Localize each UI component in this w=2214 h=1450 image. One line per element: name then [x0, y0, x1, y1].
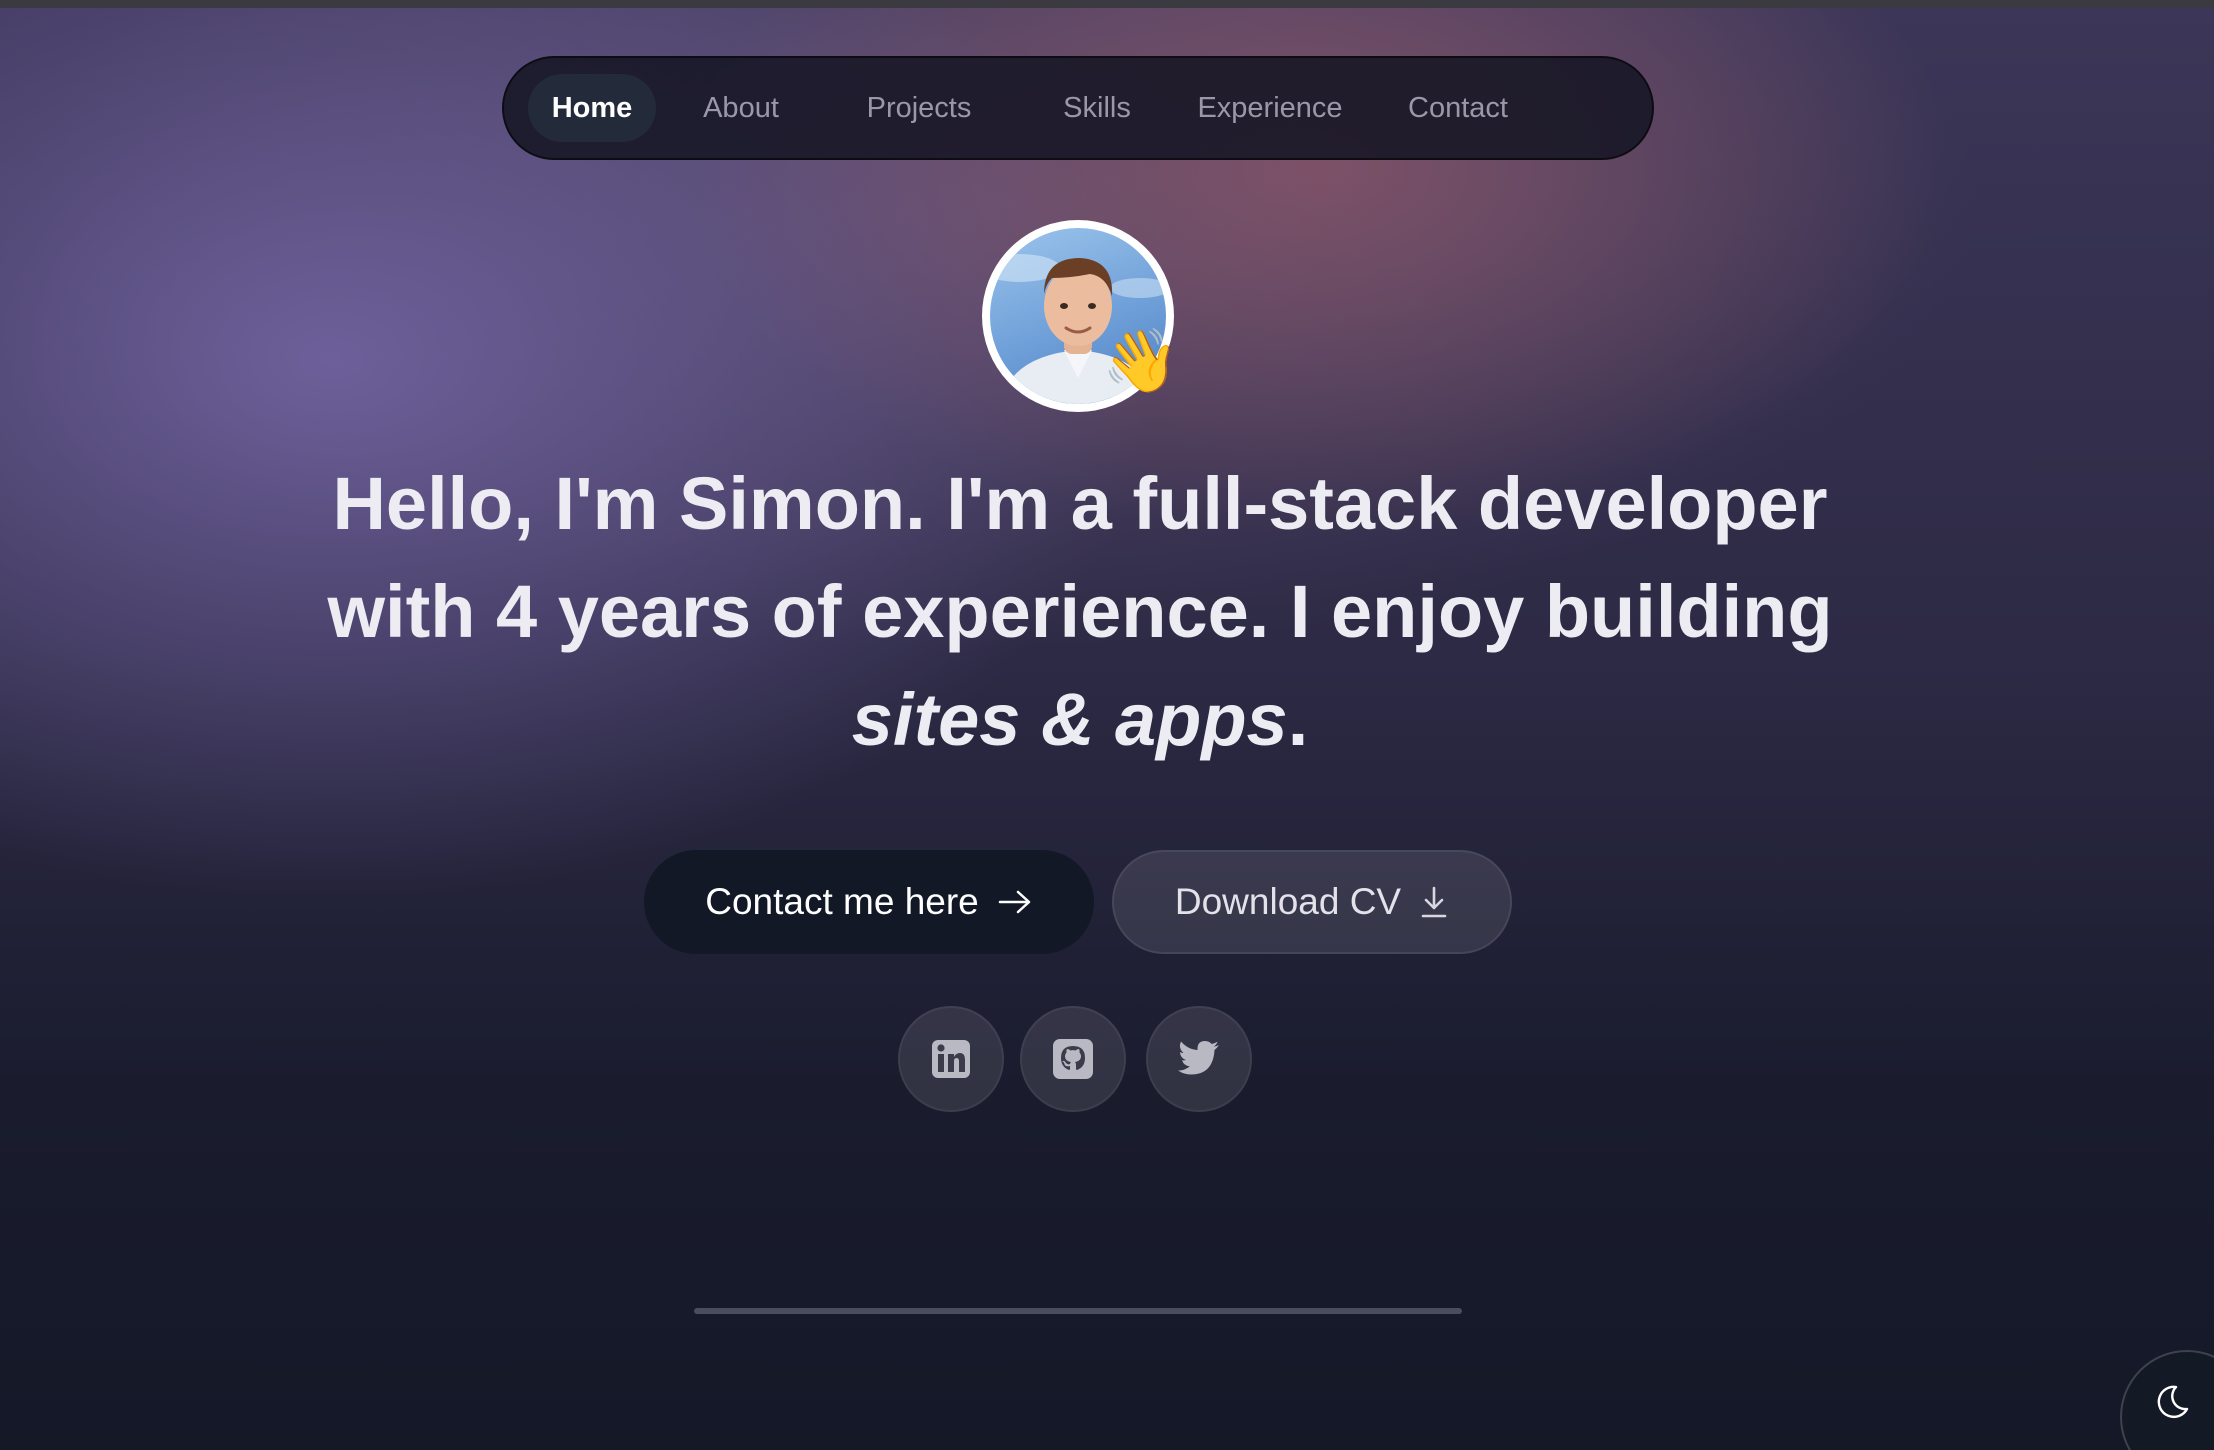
download-cv-button[interactable]: Download CV: [1112, 850, 1512, 954]
moon-icon: [2157, 1385, 2189, 1419]
linkedin-icon: [932, 1040, 970, 1078]
main-nav: Home About Projects Skills Experience Co…: [502, 56, 1654, 160]
headline-years: 4 years: [495, 570, 752, 653]
linkedin-button[interactable]: [898, 1006, 1004, 1112]
nav-item-contact[interactable]: Contact: [1358, 74, 1558, 142]
twitter-button[interactable]: [1146, 1006, 1252, 1112]
nav-item-home[interactable]: Home: [528, 74, 656, 142]
contact-me-button[interactable]: Contact me here: [644, 850, 1094, 954]
github-button[interactable]: [1020, 1006, 1126, 1112]
nav-item-skills[interactable]: Skills: [1012, 74, 1182, 142]
headline-end: .: [1287, 678, 1309, 761]
download-icon: [1419, 885, 1449, 919]
waving-hand-icon: 👋: [1102, 324, 1180, 397]
headline-exp-suffix: of experience. I enjoy building: [751, 570, 1833, 653]
hero-headline: Hello, I'm Simon. I'm a full-stack devel…: [280, 450, 1880, 774]
nav-item-projects[interactable]: Projects: [826, 74, 1012, 142]
browser-top-edge: [0, 0, 2214, 8]
horizontal-scrollbar[interactable]: [694, 1308, 1462, 1314]
github-icon: [1053, 1039, 1093, 1079]
headline-greeting: Hello, I'm Simon.: [332, 462, 926, 545]
nav-item-about[interactable]: About: [656, 74, 826, 142]
contact-me-label: Contact me here: [705, 881, 979, 922]
page: Home About Projects Skills Experience Co…: [0, 0, 2214, 1450]
headline-role-prefix: I'm a: [925, 462, 1133, 545]
headline-focus: sites & apps: [851, 678, 1288, 761]
nav-item-experience[interactable]: Experience: [1182, 74, 1358, 142]
download-cv-label: Download CV: [1174, 881, 1402, 922]
twitter-icon: [1178, 1041, 1219, 1075]
theme-toggle-button[interactable]: [2120, 1350, 2214, 1450]
headline-role: full-stack developer: [1132, 462, 1828, 545]
arrow-right-icon: [997, 888, 1033, 916]
headline-exp-prefix: with: [327, 570, 496, 653]
